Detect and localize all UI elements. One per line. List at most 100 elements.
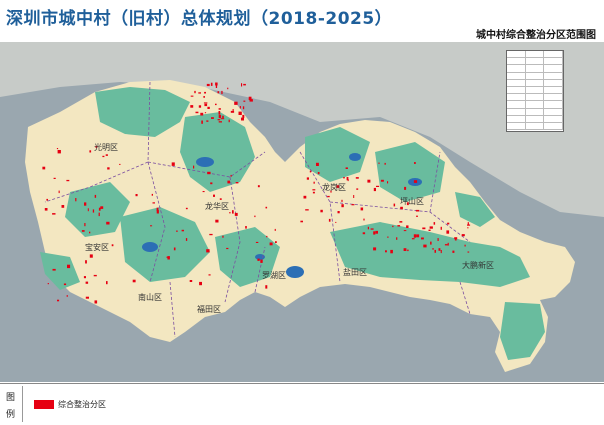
renovation-patch — [406, 225, 409, 228]
district-label-longhua: 龙华区 — [205, 201, 229, 211]
renovation-patch — [207, 171, 211, 175]
renovation-patch — [213, 194, 215, 197]
renovation-patch — [105, 154, 108, 156]
statistics-cell — [507, 51, 526, 58]
statistics-cell — [544, 86, 564, 94]
renovation-patch — [363, 218, 365, 221]
renovation-patch — [353, 195, 355, 198]
renovation-patch — [239, 106, 241, 109]
renovation-patch — [209, 233, 213, 236]
renovation-patch — [437, 238, 439, 241]
renovation-patch — [341, 199, 343, 202]
renovation-patch — [309, 170, 312, 173]
statistics-cell — [526, 86, 545, 94]
renovation-patch — [345, 167, 348, 169]
renovation-patch — [94, 194, 97, 198]
renovation-patch — [254, 215, 256, 218]
statistics-cell — [526, 79, 545, 86]
renovation-patch — [81, 230, 85, 232]
renovation-patch — [370, 228, 374, 230]
statistics-cell — [544, 101, 564, 108]
statistics-cell — [526, 51, 545, 58]
renovation-patch — [85, 260, 87, 264]
renovation-patch — [66, 179, 70, 182]
renovation-patch — [312, 189, 316, 191]
renovation-patch — [218, 114, 222, 119]
statistics-row — [507, 94, 564, 102]
renovation-patch — [222, 235, 224, 238]
renovation-patch — [226, 247, 229, 250]
renovation-patch — [218, 111, 221, 115]
statistics-row — [507, 65, 564, 73]
reservoir-4 — [349, 153, 361, 161]
renovation-patch — [89, 150, 92, 153]
renovation-patch — [440, 226, 442, 230]
renovation-patch — [75, 198, 77, 202]
renovation-patch — [56, 148, 59, 150]
renovation-patch — [201, 120, 203, 124]
renovation-patch — [206, 120, 209, 122]
renovation-patch — [235, 182, 239, 184]
district-label-pingshan: 坪山区 — [400, 196, 424, 206]
renovation-patch — [215, 219, 219, 223]
renovation-patch — [210, 82, 213, 86]
renovation-patch — [234, 212, 238, 216]
renovation-patch — [312, 191, 315, 194]
statistics-row — [507, 86, 564, 95]
renovation-patch — [421, 237, 424, 240]
statistics-cell — [526, 108, 545, 115]
renovation-patch — [241, 83, 243, 87]
renovation-patch — [249, 99, 253, 102]
renovation-patch — [167, 256, 170, 260]
renovation-patch — [66, 295, 68, 297]
renovation-patch — [171, 162, 175, 166]
renovation-patch — [152, 202, 155, 204]
reservoir-6 — [255, 254, 265, 260]
renovation-patch — [206, 83, 210, 87]
renovation-patch — [447, 222, 450, 225]
renovation-patch — [119, 163, 121, 165]
renovation-patch — [206, 249, 210, 253]
renovation-patch — [255, 241, 259, 243]
renovation-patch — [89, 254, 93, 258]
renovation-patch — [85, 296, 89, 299]
renovation-patch — [467, 227, 469, 229]
renovation-patch — [217, 91, 220, 94]
renovation-patch — [189, 280, 193, 282]
district-label-baoan: 宝安区 — [85, 242, 109, 252]
renovation-patch — [367, 226, 369, 230]
renovation-patch — [335, 221, 337, 223]
renovation-patch — [230, 110, 235, 113]
renovation-patch — [351, 204, 355, 206]
renovation-patch — [199, 281, 202, 286]
renovation-patch — [257, 185, 260, 188]
renovation-patch — [440, 250, 442, 254]
renovation-patch — [241, 117, 244, 121]
renovation-patch — [380, 179, 384, 182]
renovation-patch — [67, 264, 71, 269]
renovation-patch — [373, 231, 376, 235]
renovation-patch — [306, 177, 309, 180]
renovation-patch — [274, 228, 276, 231]
renovation-patch — [266, 235, 268, 238]
renovation-patch — [102, 155, 105, 158]
renovation-patch — [416, 234, 420, 238]
renovation-patch — [181, 229, 184, 232]
renovation-patch — [396, 237, 398, 240]
renovation-patch — [219, 198, 222, 200]
renovation-patch — [362, 232, 366, 235]
renovation-patch — [84, 202, 87, 206]
renovation-patch — [461, 234, 465, 237]
statistics-cell — [507, 108, 526, 115]
renovation-patch — [428, 229, 431, 231]
renovation-patch — [346, 177, 349, 181]
renovation-patch — [83, 276, 86, 279]
renovation-patch — [229, 212, 231, 214]
renovation-patch — [327, 195, 330, 198]
renovation-patch — [220, 118, 225, 120]
statistics-cell — [544, 94, 564, 101]
renovation-patch — [57, 150, 61, 154]
renovation-patch — [47, 283, 49, 285]
renovation-patch — [211, 117, 214, 119]
renovation-patch — [467, 224, 471, 226]
